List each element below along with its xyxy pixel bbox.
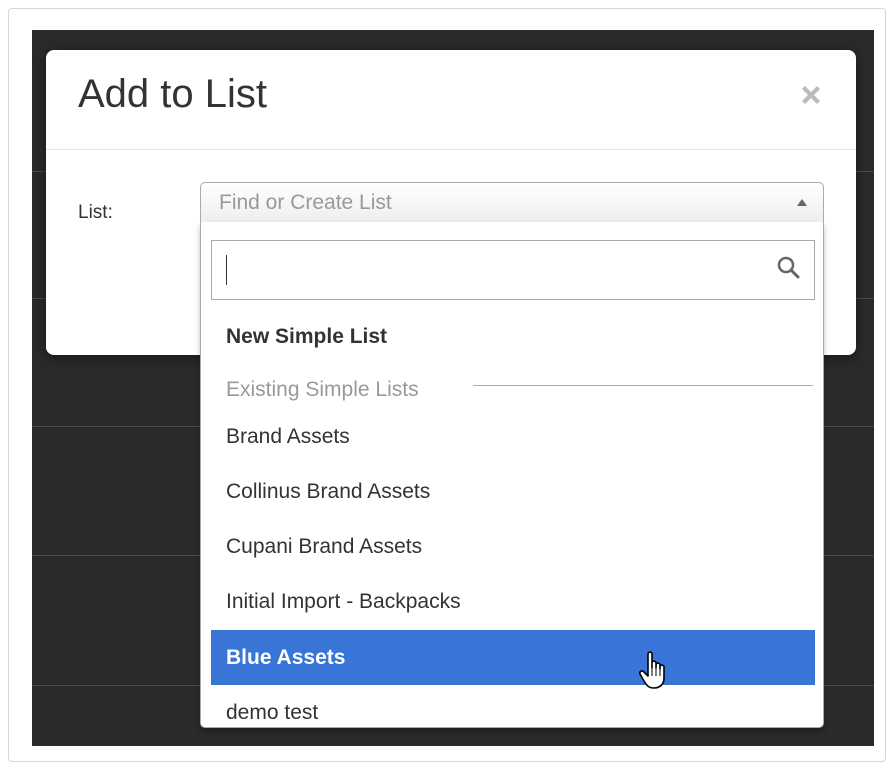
hand-cursor-icon [638,651,665,689]
list-select-placeholder: Find or Create List [219,191,392,214]
list-search-input[interactable] [211,240,815,300]
list-option[interactable]: Collinus Brand Assets [211,464,815,519]
text-cursor [226,255,227,285]
list-option[interactable]: Brand Assets [211,409,815,464]
new-simple-list-option[interactable]: New Simple List [211,309,815,364]
search-icon [777,256,800,279]
caret-up-icon[interactable] [797,199,807,206]
close-icon[interactable] [796,80,826,110]
list-select[interactable]: Find or Create List [200,182,824,222]
list-option-highlighted[interactable]: Blue Assets [211,630,815,685]
modal-title: Add to List [78,72,268,116]
list-dropdown: New Simple List Existing Simple Lists Br… [200,222,824,728]
group-divider [473,385,813,386]
modal-header: Add to List [46,50,856,150]
list-option[interactable]: Cupani Brand Assets [211,519,815,574]
list-option[interactable]: Initial Import - Backpacks [211,574,815,629]
existing-lists-group-label: Existing Simple Lists [226,378,429,402]
list-field-label: List: [78,202,113,223]
list-option[interactable]: demo test [211,685,815,727]
